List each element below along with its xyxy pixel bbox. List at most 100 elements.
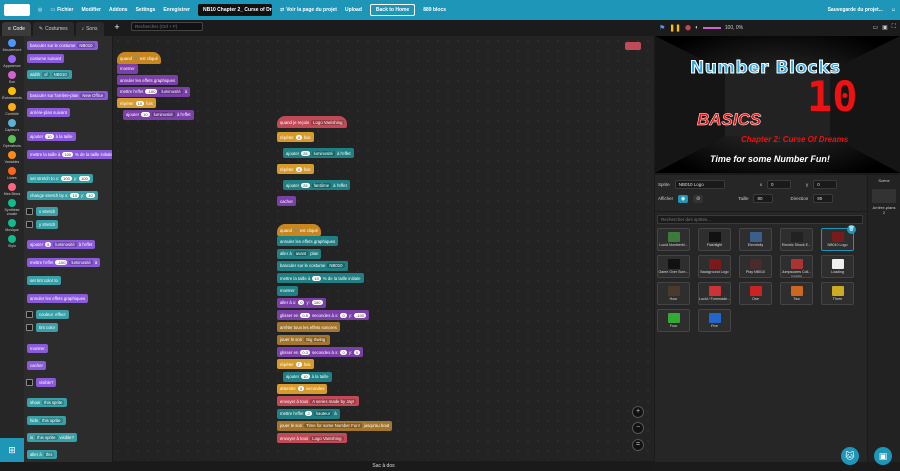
script-block[interactable]: glisser en 0.5 secondes à x: 0 y: -100	[277, 310, 370, 321]
large-stage-icon[interactable]: ▣	[882, 24, 888, 31]
script-block[interactable]: montrer	[277, 285, 298, 296]
monitor-checkbox[interactable]	[26, 311, 33, 318]
block-number-input[interactable]: -100	[145, 89, 158, 94]
stop-icon[interactable]: ⬢	[685, 24, 691, 32]
script-block[interactable]: quand ⚑ est cliqué	[277, 224, 321, 236]
block-dropdown[interactable]: Logo Vanishing	[311, 119, 345, 125]
block-number-input[interactable]: 0.3	[300, 349, 310, 355]
block-number-input[interactable]: -100	[354, 312, 367, 318]
fullscreen-icon[interactable]: ⛶	[892, 24, 896, 31]
block-dropdown[interactable]: this sprite	[42, 400, 65, 405]
block-number-input[interactable]: 100	[61, 176, 72, 181]
block-dropdown[interactable]: of	[42, 72, 50, 77]
script-block[interactable]: aller à avant plan	[277, 248, 322, 259]
palette-block[interactable]: montrer	[27, 344, 48, 353]
palette-block[interactable]: visible?	[36, 378, 57, 387]
category-item[interactable]: Son	[0, 71, 24, 84]
palette-block[interactable]: annuler les effets graphiques	[27, 294, 89, 303]
script-block[interactable]: ajouter 10 à la taille	[283, 371, 332, 382]
tab-sounds[interactable]: ♪ Sons	[75, 22, 104, 36]
script-block[interactable]: annuler les effets graphiques	[277, 236, 339, 247]
block-dropdown[interactable]: NB010	[51, 72, 69, 77]
sprite-tile[interactable]: Jumpscares Coll... Invisible	[780, 255, 813, 278]
palette-block[interactable]: mettre l'effet -100 luminosité à	[27, 258, 101, 267]
monitor-checkbox[interactable]	[26, 221, 33, 228]
palette-block[interactable]: ajouter 10 à la taille	[27, 132, 76, 141]
category-item[interactable]: Capteurs	[0, 119, 24, 132]
sprite-tile[interactable]: Electricity	[739, 228, 772, 251]
sprite-name-field[interactable]: NB010 Logo	[674, 180, 725, 189]
block-dropdown[interactable]: luminosité	[53, 242, 77, 247]
script-block[interactable]: ajouter 25 fantôme à l'effet	[283, 180, 350, 190]
file-menu[interactable]: ▭ Fichier	[50, 7, 73, 13]
back-home-button[interactable]: Back to Home	[369, 4, 416, 16]
block-number-input[interactable]: 10	[135, 100, 145, 106]
script-block[interactable]: répéter 10 fois	[117, 98, 156, 108]
script-block[interactable]: jouer le son Time for some Number Fun! jus…	[277, 420, 393, 431]
monitor-checkbox[interactable]	[26, 208, 33, 215]
pause-icon[interactable]: ❚❚	[669, 24, 681, 32]
stage-canvas[interactable]: Number Blocks 10 BASICS Chapter 2: Curse…	[655, 36, 900, 173]
sprite-tile[interactable]: Hour	[657, 282, 690, 305]
block-number-input[interactable]: 25	[301, 150, 310, 156]
block-number-input[interactable]: 10	[86, 193, 95, 198]
add-backdrop-button[interactable]: ▣	[874, 447, 892, 465]
script-block[interactable]: envoyer à tous Logo Vanishing	[277, 433, 347, 444]
palette-block[interactable]: cacher	[27, 361, 46, 370]
script-block[interactable]: mettre la taille à 10% de la taille initi…	[277, 273, 364, 284]
sprite-tile[interactable]: Three	[821, 282, 854, 305]
block-number-input[interactable]: 10	[45, 134, 54, 139]
palette-block[interactable]: width of NB010	[27, 70, 72, 79]
block-number-input[interactable]: 25	[301, 182, 310, 188]
sprite-tile[interactable]: Background Logo	[698, 255, 731, 278]
category-item[interactable]: Stylo	[0, 235, 24, 248]
script-block[interactable]: mettre l'effet 2 hauteur à	[277, 408, 340, 419]
block-number-input[interactable]: -100	[55, 260, 68, 265]
block-dropdown[interactable]: this sprite	[35, 435, 58, 440]
sprite-tile[interactable]: Two	[780, 282, 813, 305]
sprite-tile[interactable]: One	[739, 282, 772, 305]
block-dropdown[interactable]: NB010	[327, 263, 345, 269]
hide-eye-icon[interactable]: ⊘	[693, 194, 704, 203]
script-block[interactable]: cacher	[277, 196, 296, 206]
block-number-input[interactable]: 10	[70, 193, 79, 198]
block-dropdown[interactable]: Logo Vanishing	[310, 435, 344, 441]
show-eye-icon[interactable]: ◉	[678, 194, 689, 203]
block-search-input[interactable]: Rechercher (Ctrl + F)	[131, 22, 203, 31]
sprite-tile[interactable]: Lucid / Formnade...	[698, 282, 731, 305]
script-block[interactable]: envoyer à tous A series made by Jay!	[277, 396, 360, 407]
block-dropdown[interactable]: luminosité	[151, 112, 175, 117]
palette-block[interactable]: tint color	[36, 323, 59, 332]
script-block[interactable]: glisser en 0.3 secondes à x: 0 y: 0	[277, 347, 364, 357]
block-dropdown[interactable]: fantôme	[311, 182, 332, 188]
block-number-input[interactable]: 100	[79, 176, 90, 181]
tab-code[interactable]: ≡ Code	[2, 22, 31, 36]
sprite-tile[interactable]: Electric Shock E...	[780, 228, 813, 251]
small-stage-icon[interactable]: ▭	[872, 24, 878, 31]
palette-block[interactable]: aller à this	[27, 450, 58, 459]
sprite-tile[interactable]: Play NB010	[739, 255, 772, 278]
backpack-bar[interactable]: Sac à dos	[113, 461, 654, 471]
category-item[interactable]: Synthèse vocale	[0, 199, 24, 216]
sprite-tile[interactable]: Loading	[821, 255, 854, 278]
script-block[interactable]: répéter 4 fois	[277, 132, 314, 142]
block-dropdown[interactable]: New Office	[80, 93, 106, 98]
category-item[interactable]: Mes Blocs	[0, 183, 24, 196]
script-block[interactable]: répéter 7 fois	[277, 359, 314, 370]
sprite-search-input[interactable]: Rechercher des sprites...	[657, 215, 863, 224]
block-dropdown[interactable]: avant	[293, 251, 309, 257]
palette-block[interactable]: costume suivant	[27, 54, 65, 63]
palette-block[interactable]: y stretch	[36, 220, 59, 229]
see-project-page-button[interactable]: ⇄ Voir la page du projet	[280, 7, 337, 13]
stage-selector-panel[interactable]: Scène Arrière-plans 2	[868, 175, 900, 462]
block-number-input[interactable]: 0	[340, 312, 347, 318]
size-field[interactable]: 80	[753, 194, 774, 203]
zoom-in-icon[interactable]: +	[632, 406, 644, 418]
block-dropdown[interactable]: NB010	[77, 43, 95, 48]
green-flag-icon[interactable]: ⚑	[659, 24, 665, 32]
sprite-tile[interactable]: Five	[698, 309, 731, 332]
account-icon[interactable]: ☺	[891, 7, 896, 13]
block-number-input[interactable]: 2	[305, 411, 312, 416]
turbowarp-logo[interactable]	[4, 4, 30, 16]
tab-costumes[interactable]: ✎ Costumes	[32, 22, 74, 36]
